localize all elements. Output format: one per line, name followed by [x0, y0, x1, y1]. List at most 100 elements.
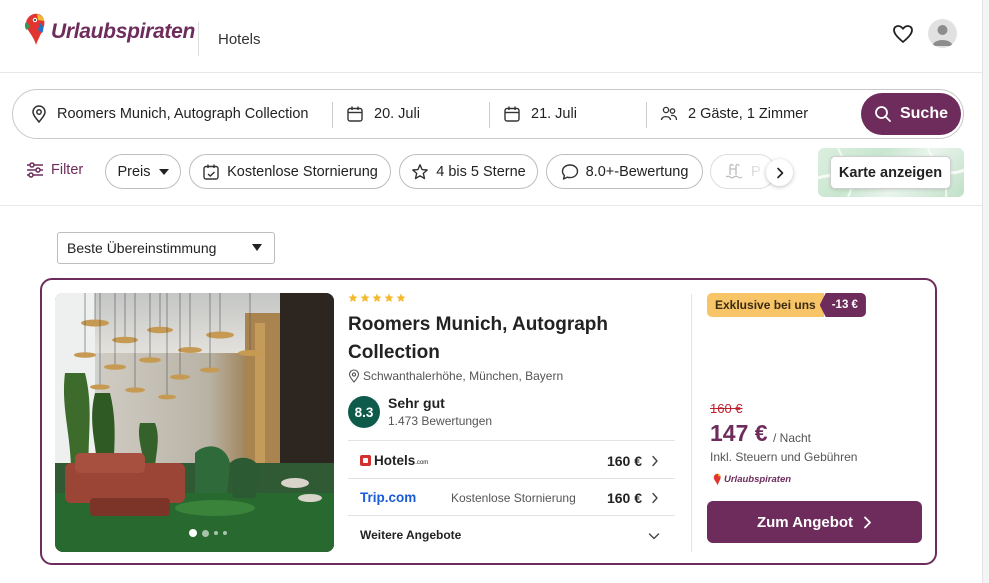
offer-row-trip[interactable]: Trip.com Kostenlose Stornierung 160 € [348, 479, 675, 515]
chevron-right-icon [775, 167, 785, 179]
checkout-field[interactable]: 21. Juli [503, 90, 577, 138]
sliders-icon [26, 162, 44, 178]
destination-value: Roomers Munich, Autograph Collection [57, 106, 309, 122]
guests-value: 2 Gäste, 1 Zimmer [688, 106, 809, 122]
view-offer-label: Zum Angebot [756, 513, 854, 531]
chevron-right-icon [651, 454, 659, 472]
offer-provider: Hotels [374, 453, 416, 468]
caret-down-icon [158, 168, 169, 175]
badge-exclusive: Exklusive bei uns [707, 293, 824, 317]
checkout-value: 21. Juli [531, 106, 577, 122]
taxes-note: Inkl. Steuern und Gebühren [710, 450, 858, 464]
hotels-logo-icon [360, 455, 371, 466]
search-separator [332, 102, 333, 128]
chips-scroll-right-button[interactable] [766, 159, 793, 186]
offer-divider [348, 515, 675, 516]
hotel-card[interactable]: Roomers Munich, Autograph Collection Sch… [40, 278, 937, 565]
sort-selected-value: Beste Übereinstimmung [67, 240, 217, 256]
calendar-check-icon [202, 163, 220, 181]
badge-discount: -13 € [819, 293, 866, 317]
offer-note: Kostenlose Stornierung [451, 491, 576, 505]
more-offers-toggle[interactable]: Weitere Angebote [360, 528, 461, 542]
sort-select[interactable]: Beste Übereinstimmung [57, 232, 275, 264]
guests-icon [660, 105, 678, 123]
rating-label: Sehr gut [388, 395, 445, 411]
hotel-location-text: Schwanthalerhöhe, München, Bayern [363, 369, 564, 383]
logo-text: Urlaubspiraten [51, 19, 195, 43]
hotel-stars [348, 293, 406, 303]
trip-com-logo: Trip.com [360, 490, 417, 505]
per-night-label: / Nacht [773, 431, 812, 445]
filter-button[interactable]: Filter [26, 162, 83, 178]
speech-bubble-icon [561, 163, 579, 181]
parrot-logo-icon [713, 473, 721, 486]
location-pin-icon [31, 105, 47, 123]
photo-dot[interactable] [189, 529, 197, 537]
star-outline-icon [411, 163, 429, 181]
location-pin-icon [348, 369, 360, 383]
chevron-down-icon[interactable] [648, 528, 660, 546]
hotel-location: Schwanthalerhöhe, München, Bayern [348, 369, 563, 383]
chip-price[interactable]: Preis [105, 154, 181, 189]
photo-dot[interactable] [202, 529, 209, 537]
search-button-label: Suche [899, 105, 948, 122]
calendar-icon [503, 105, 521, 123]
page-scrollbar[interactable] [982, 0, 989, 583]
hotel-name[interactable]: Roomers Munich, Autograph Collection [348, 311, 648, 367]
top-header: Urlaubspiraten Hotels [0, 0, 989, 73]
star-icon [372, 293, 382, 302]
chevron-right-icon [864, 516, 871, 528]
filter-label: Filter [51, 162, 84, 178]
review-count[interactable]: 1.473 Bewertungen [388, 414, 492, 428]
checkin-value: 20. Juli [374, 106, 420, 122]
destination-field[interactable]: Roomers Munich, Autograph Collection [31, 90, 308, 138]
hotel-photo[interactable] [55, 293, 334, 552]
parrot-logo-icon [24, 12, 48, 51]
calendar-icon [346, 105, 364, 123]
chip-pool-label: P [751, 163, 761, 180]
checkin-field[interactable]: 20. Juli [346, 90, 420, 138]
search-separator [489, 102, 490, 128]
section-divider [0, 205, 989, 206]
nav-hotels[interactable]: Hotels [218, 31, 261, 48]
offer-provider-suffix: .com [415, 459, 429, 466]
new-price: 147 € [710, 420, 768, 446]
search-button[interactable]: Suche [861, 93, 961, 135]
card-vertical-divider [691, 294, 692, 552]
chip-price-label: Preis [117, 163, 151, 180]
photo-pagination [189, 529, 227, 537]
urlaubspiraten-small-logo: Urlaubspiraten [713, 473, 791, 486]
star-icon [348, 293, 358, 302]
view-offer-button[interactable]: Zum Angebot [707, 501, 922, 543]
offer-divider [348, 440, 675, 441]
photo-dot[interactable] [223, 531, 227, 535]
guests-field[interactable]: 2 Gäste, 1 Zimmer [660, 90, 808, 138]
header-divider [198, 22, 199, 56]
logo[interactable]: Urlaubspiraten [24, 12, 195, 51]
favorites-heart-icon[interactable] [891, 22, 915, 46]
chip-rating-label: 8.0+-Bewertung [585, 163, 689, 180]
user-avatar[interactable] [928, 19, 957, 48]
chip-stars-label: 4 bis 5 Sterne [436, 163, 526, 180]
chip-stars[interactable]: 4 bis 5 Sterne [399, 154, 538, 189]
exclusive-badge: Exklusive bei uns -13 € [707, 293, 866, 317]
chevron-right-icon [651, 491, 659, 509]
chip-free-cancellation-label: Kostenlose Stornierung [227, 163, 378, 180]
star-icon [396, 293, 406, 302]
photo-dot[interactable] [214, 531, 218, 535]
offer-price: 160 € [606, 453, 642, 469]
search-separator [646, 102, 647, 128]
old-price: 160 € [710, 401, 743, 416]
chip-rating[interactable]: 8.0+-Bewertung [546, 154, 703, 189]
star-icon [384, 293, 394, 302]
chip-free-cancellation[interactable]: Kostenlose Stornierung [189, 154, 391, 189]
small-logo-text: Urlaubspiraten [724, 474, 792, 485]
hotels-com-logo: Hotels .com [360, 453, 428, 468]
show-map-button[interactable]: Karte anzeigen [830, 156, 951, 189]
offer-row-hotels[interactable]: Hotels .com 160 € [348, 442, 675, 478]
rating-badge: 8.3 [348, 396, 380, 428]
search-icon [874, 105, 892, 123]
caret-down-icon [252, 244, 262, 251]
search-bar: Roomers Munich, Autograph Collection 20.… [12, 89, 964, 139]
pool-icon [725, 163, 743, 181]
